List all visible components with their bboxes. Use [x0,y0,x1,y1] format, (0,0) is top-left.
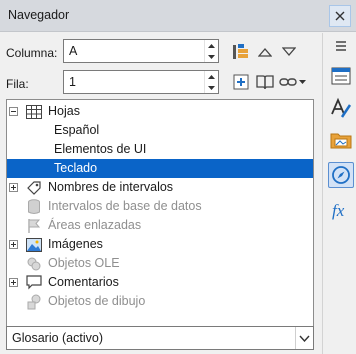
navigator-panel: Columna: A Fila: 1 Hojas Español Element… [0,33,322,354]
ole-object-icon [25,255,42,272]
sheet-grid-icon [25,103,42,120]
chevron-down-icon [299,335,310,342]
tree-item-nombres-intervalos[interactable]: Nombres de intervalos [7,178,313,197]
link-menu-button[interactable] [278,72,298,92]
tree-item-label: Comentarios [48,275,119,289]
styles-icon [331,97,352,118]
navigator-tree[interactable]: Hojas Español Elementos de UI Teclado No… [6,99,314,342]
tree-item-comentarios[interactable]: Comentarios [7,273,313,292]
title-bar: Navegador [0,0,356,32]
sidebar-tab-bar: fx [322,33,356,354]
tree-item-intervalos-bd: Intervalos de base de datos [7,197,313,216]
database-icon [25,198,42,215]
gallery-folder-icon [330,133,352,149]
chevron-down-icon [282,47,296,56]
chevron-up-icon [258,48,272,57]
column-input[interactable]: A [63,39,219,63]
drag-mode-button[interactable] [231,72,251,92]
comment-icon [25,274,42,291]
window-title: Navegador [8,8,70,22]
link-dropdown[interactable] [296,76,308,88]
previous-button[interactable] [255,42,275,62]
drawing-object-icon [25,293,42,310]
close-button[interactable] [329,5,351,27]
tree-item-areas-enlazadas: Áreas enlazadas [7,216,313,235]
function-fx-icon: fx [332,201,345,220]
svg-text:fx: fx [332,201,345,220]
image-icon [25,236,42,253]
tree-item-label: Intervalos de base de datos [48,199,202,213]
insert-as-button[interactable] [255,72,275,92]
tree-item-objetos-dibujo: Objetos de dibujo [7,292,313,311]
column-spin[interactable] [204,40,218,62]
tag-icon [25,179,42,196]
row-value: 1 [69,75,76,89]
tree-item-imagenes[interactable]: Imágenes [7,235,313,254]
tree-item-espanol[interactable]: Español [7,121,313,140]
expand-icon[interactable] [9,240,18,249]
document-select-value: Glosario (activo) [12,331,103,345]
tree-item-label: Nombres de intervalos [48,180,174,194]
book-icon [256,75,274,90]
tree-item-label: Objetos OLE [48,256,120,270]
row-label: Fila: [6,77,29,91]
tab-functions[interactable]: fx [328,197,354,223]
next-button[interactable] [279,42,299,62]
row-input[interactable]: 1 [63,70,219,94]
spin-up-icon[interactable] [205,40,218,51]
document-select-toggle[interactable] [295,327,313,349]
tree-item-label: Elementos de UI [54,142,147,156]
tab-gallery[interactable] [328,127,354,153]
expand-icon[interactable] [9,183,18,192]
tree-item-label: Español [54,123,100,137]
flag-icon [25,217,42,234]
properties-icon [331,67,351,85]
tree-item-teclado[interactable]: Teclado [7,159,313,178]
tab-styles[interactable] [328,95,354,121]
spin-down-icon[interactable] [205,82,218,93]
sidebar-menu-button[interactable] [328,33,354,59]
tree-item-objetos-ole: Objetos OLE [7,254,313,273]
document-select[interactable]: Glosario (activo) [6,326,314,350]
tree-item-label: Objetos de dibujo [48,294,146,308]
tree-item-hojas[interactable]: Hojas [7,102,313,121]
tree-item-label: Teclado [54,161,98,175]
close-icon [335,11,345,21]
content-view-icon [233,44,248,59]
tree-item-label: Imágenes [48,237,103,251]
collapse-icon[interactable] [9,107,18,116]
spin-up-icon[interactable] [205,71,218,82]
link-icon [279,78,297,86]
row-spin[interactable] [204,71,218,93]
tab-properties[interactable] [328,63,354,89]
column-label: Columna: [6,46,58,60]
tab-navigator[interactable] [328,162,354,188]
tree-item-elementos-ui[interactable]: Elementos de UI [7,140,313,159]
compass-icon [332,166,350,184]
hamburger-menu-icon [336,41,346,51]
drag-mode-icon [233,74,249,90]
column-value: A [69,44,78,58]
tree-item-label: Áreas enlazadas [48,218,142,232]
spin-down-icon[interactable] [205,51,218,62]
expand-icon[interactable] [9,278,18,287]
tree-item-label: Hojas [48,104,80,118]
content-toggle-button[interactable] [231,42,251,62]
dropdown-arrow-icon [298,80,306,84]
